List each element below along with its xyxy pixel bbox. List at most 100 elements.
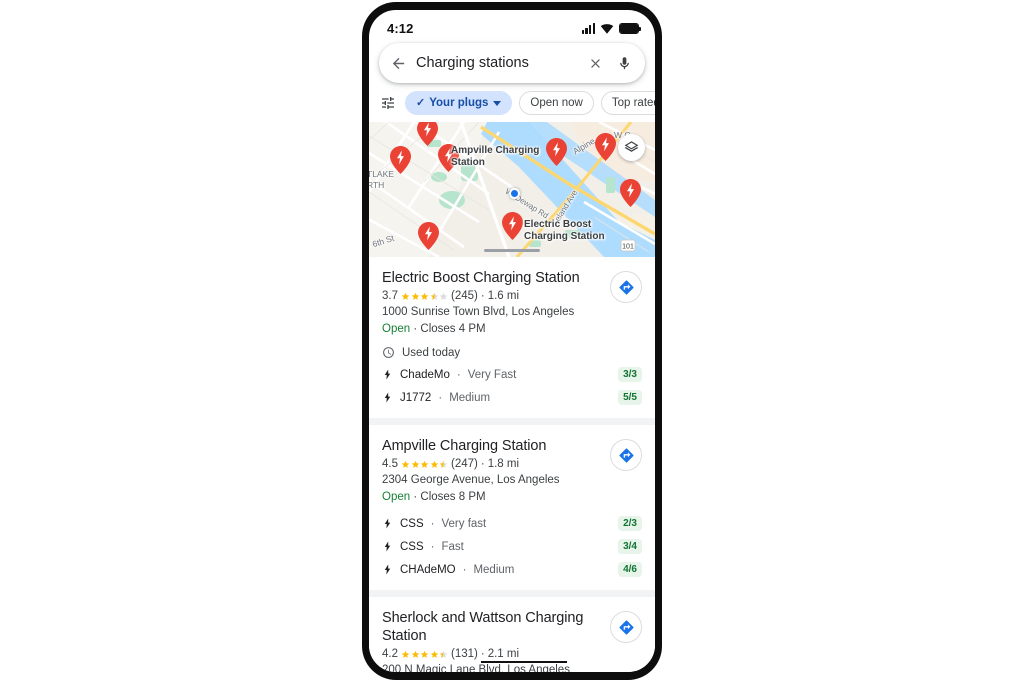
plug-name: CSS: [400, 540, 424, 553]
review-count: (245): [451, 290, 478, 302]
tune-filter-icon[interactable]: [378, 95, 398, 111]
distance: 1.6 mi: [487, 290, 520, 302]
chip-top-rated[interactable]: Top rated: [600, 91, 655, 115]
charging-pin-icon[interactable]: [502, 212, 523, 245]
current-location-dot: [509, 188, 520, 199]
open-status: Open: [382, 491, 411, 503]
bolt-icon: [382, 368, 393, 381]
wifi-icon: [600, 23, 614, 34]
result-title[interactable]: Electric Boost Charging Station: [382, 269, 602, 287]
back-arrow-icon[interactable]: [390, 55, 407, 72]
dot-separator: ·: [456, 368, 461, 381]
plug-speed: Medium: [449, 391, 491, 404]
charging-pin-icon[interactable]: [417, 122, 438, 151]
rating-row: 4.5 (247) · 1.8 mi: [382, 458, 602, 470]
check-icon: ✓: [416, 96, 426, 109]
rating-value: 4.2: [382, 648, 398, 660]
chip-label: Open now: [530, 97, 583, 109]
plug-row: ChadeMo · Very Fast 3/3: [382, 367, 642, 382]
plug-name: CSS: [400, 517, 424, 530]
chip-open-now[interactable]: Open now: [519, 91, 594, 115]
plug-row: CSS · Fast 3/4: [382, 539, 642, 554]
plug-name: J1772: [400, 391, 432, 404]
svg-text:101: 101: [622, 244, 634, 251]
results-list[interactable]: Electric Boost Charging Station 3.7 (245…: [369, 257, 655, 672]
sheet-drag-handle[interactable]: [484, 248, 540, 252]
result-address: 200 N Magic Lane Blvd, Los Angeles: [382, 664, 570, 672]
charging-pin-icon[interactable]: [438, 144, 459, 177]
used-today-label: Used today: [402, 346, 461, 359]
search-bar[interactable]: Charging stations: [379, 43, 645, 83]
rating-value: 4.5: [382, 458, 398, 470]
result-title[interactable]: Sherlock and Wattson Charging Station: [382, 609, 600, 645]
charging-pin-icon[interactable]: [595, 133, 616, 166]
rating-row: 3.7 (245) · 1.6 mi: [382, 290, 602, 302]
bolt-icon: [382, 540, 393, 553]
used-today-row: Used today: [382, 346, 642, 359]
open-status: Open: [382, 323, 411, 335]
closing-time: Closes 8 PM: [420, 491, 486, 503]
charging-pin-icon[interactable]: [390, 146, 411, 179]
plug-row: CHAdeMO · Medium 4/6: [382, 562, 642, 577]
battery-icon: [619, 22, 642, 34]
map-view[interactable]: 101 W C Alpine TLAKE RTH 6th St W. Dewap…: [369, 122, 655, 257]
close-icon[interactable]: [588, 56, 603, 71]
card-body: Electric Boost Charging Station 3.7 (245…: [382, 269, 602, 337]
directions-button[interactable]: [610, 611, 642, 643]
dot-separator: ·: [480, 458, 485, 470]
charging-pin-icon[interactable]: [546, 138, 567, 171]
plug-availability-badge: 3/3: [618, 367, 642, 382]
distance: 1.8 mi: [487, 458, 520, 470]
dot-separator: ·: [413, 491, 418, 503]
bolt-icon: [382, 563, 393, 576]
card-header: Electric Boost Charging Station 3.7 (245…: [382, 269, 642, 337]
result-card-electric-boost[interactable]: Electric Boost Charging Station 3.7 (245…: [369, 257, 655, 418]
dot-separator: ·: [480, 648, 485, 660]
screenshot-canvas: 4:12 Charging stations ✓ Your plugs Open…: [0, 0, 1024, 682]
review-count: (131): [451, 648, 478, 660]
charging-pin-icon[interactable]: [620, 179, 641, 212]
plug-speed: Very fast: [441, 517, 487, 530]
frame-clip-overlay: [481, 661, 567, 663]
plug-availability-badge: 3/4: [618, 539, 642, 554]
plug-name: ChadeMo: [400, 368, 450, 381]
plug-speed: Medium: [473, 563, 515, 576]
charging-pin-icon[interactable]: [418, 222, 439, 255]
search-input[interactable]: Charging stations: [416, 55, 579, 71]
filter-chip-row: ✓ Your plugs Open now Top rated: [369, 83, 655, 122]
dot-separator: ·: [430, 517, 435, 530]
review-count: (247): [451, 458, 478, 470]
plug-availability-badge: 4/6: [618, 562, 642, 577]
result-hours: Open · Closes 8 PM: [382, 490, 602, 505]
chip-your-plugs[interactable]: ✓ Your plugs: [405, 91, 513, 115]
result-address: 1000 Sunrise Town Blvd, Los Angeles: [382, 306, 575, 318]
closing-time: Closes 4 PM: [420, 323, 486, 335]
chip-label: Top rated: [611, 97, 655, 109]
star-rating: [401, 460, 448, 469]
microphone-icon[interactable]: [617, 56, 632, 71]
phone-frame: 4:12 Charging stations ✓ Your plugs Open…: [362, 2, 662, 680]
clock-icon: [382, 346, 395, 359]
search-bar-container: Charging stations: [369, 40, 655, 83]
map-layers-icon[interactable]: [618, 134, 645, 161]
bolt-icon: [382, 517, 393, 530]
result-hours: Open · Closes 4 PM: [382, 322, 602, 337]
result-title[interactable]: Ampville Charging Station: [382, 437, 602, 455]
plug-row: J1772 · Medium 5/5: [382, 390, 642, 405]
card-body: Ampville Charging Station 4.5 (247) · 1.…: [382, 437, 602, 505]
directions-button[interactable]: [610, 271, 642, 303]
directions-button[interactable]: [610, 439, 642, 471]
dot-separator: ·: [462, 563, 467, 576]
result-card-ampville[interactable]: Ampville Charging Station 4.5 (247) · 1.…: [369, 425, 655, 590]
plug-speed: Fast: [441, 540, 464, 553]
dot-separator: ·: [438, 391, 443, 404]
dot-separator: ·: [413, 323, 418, 335]
star-rating: [401, 650, 448, 659]
plug-speed: Very Fast: [467, 368, 517, 381]
plug-availability-badge: 2/3: [618, 516, 642, 531]
dot-separator: ·: [430, 540, 435, 553]
bolt-icon: [382, 391, 393, 404]
result-address: 2304 George Avenue, Los Angeles: [382, 474, 560, 486]
chevron-down-icon: [493, 100, 502, 106]
status-bar-icons: [581, 22, 642, 34]
